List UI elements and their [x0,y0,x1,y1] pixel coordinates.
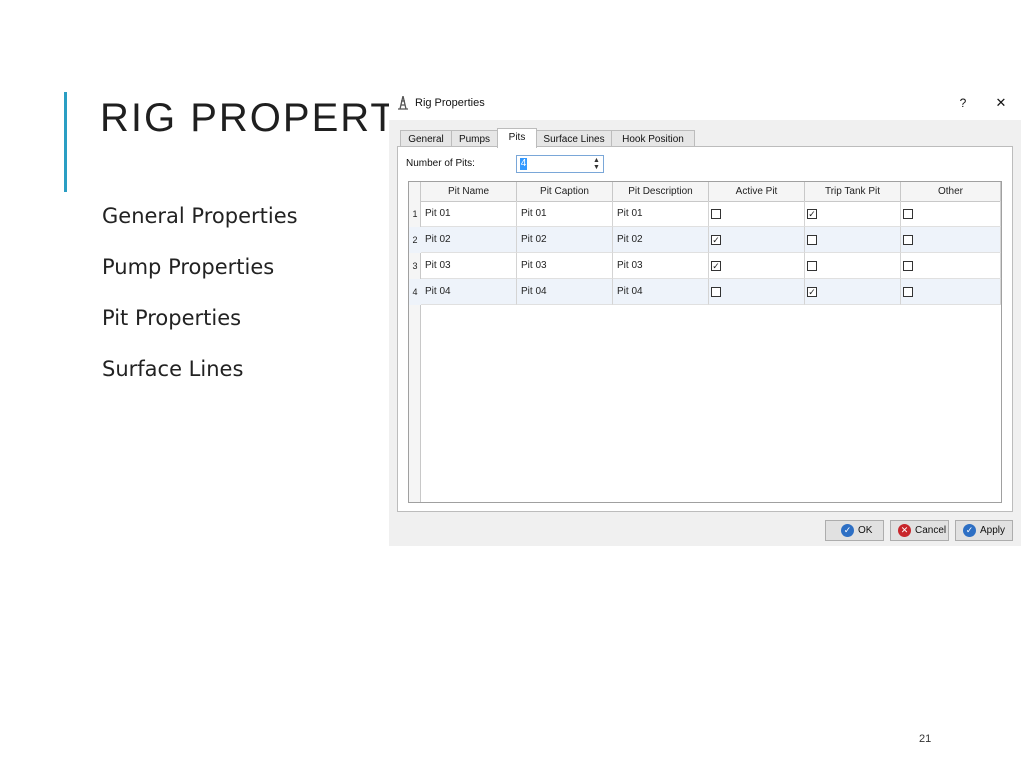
title-accent-bar [64,92,67,192]
ok-button-label: OK [858,525,873,536]
column-header[interactable]: Pit Caption [517,182,613,201]
check-icon: ✓ [841,524,854,537]
other-cell [901,227,1001,253]
pits-panel: Number of Pits: 4 ▲ ▼ Pit Name Pit Capti… [397,146,1013,512]
check-icon: ✓ [963,524,976,537]
page-number: 21 [919,733,932,745]
spin-down-icon[interactable]: ▼ [591,164,602,171]
bullet-item: General Properties [102,204,298,228]
number-of-pits-label: Number of Pits: [406,158,475,169]
other-checkbox[interactable] [903,235,913,245]
table-header: Pit Name Pit Caption Pit Description Act… [409,182,1001,202]
pit-description-cell[interactable]: Pit 04 [613,279,709,305]
active-pit-cell: ✓ [709,227,805,253]
trip-tank-cell [805,253,901,279]
active-pit-checkbox[interactable] [711,209,721,219]
table-row[interactable]: 2 Pit 02 Pit 02 Pit 02 ✓ [409,227,1001,253]
pit-caption-cell[interactable]: Pit 03 [517,253,613,279]
bullet-item: Pump Properties [102,255,275,279]
table-row[interactable]: 4 Pit 04 Pit 04 Pit 04 ✓ [409,279,1001,305]
dialog-title: Rig Properties [415,97,485,109]
trip-tank-cell: ✓ [805,279,901,305]
tab-general[interactable]: General [400,130,452,147]
trip-tank-checkbox[interactable] [807,235,817,245]
tab-hook-position[interactable]: Hook Position [611,130,695,147]
apply-button-label: Apply [980,525,1006,536]
row-number: 1 [412,209,418,219]
active-pit-cell [709,201,805,227]
trip-tank-cell: ✓ [805,201,901,227]
rig-properties-dialog: Rig Properties ? ✕ General Pumps Pits Su… [389,88,1021,546]
table-row[interactable]: 3 Pit 03 Pit 03 Pit 03 ✓ [409,253,1001,279]
bullet-item: Surface Lines [102,357,244,381]
row-number: 2 [412,235,418,245]
rig-icon [398,96,408,110]
pit-caption-cell[interactable]: Pit 04 [517,279,613,305]
spin-up-icon[interactable]: ▲ [591,157,602,164]
pit-name-cell[interactable]: Pit 03 [421,253,517,279]
active-pit-checkbox[interactable]: ✓ [711,261,721,271]
pits-table: Pit Name Pit Caption Pit Description Act… [408,181,1002,503]
tab-surface-lines[interactable]: Surface Lines [536,130,612,147]
cancel-button[interactable]: ✕ Cancel [890,520,949,541]
other-cell [901,279,1001,305]
row-number: 4 [412,287,418,297]
cancel-icon: ✕ [898,524,911,537]
dialog-titlebar: Rig Properties ? ✕ [389,88,1021,120]
active-pit-checkbox[interactable]: ✓ [711,235,721,245]
apply-button[interactable]: ✓ Apply [955,520,1013,541]
pit-description-cell[interactable]: Pit 01 [613,201,709,227]
pit-name-cell[interactable]: Pit 04 [421,279,517,305]
pit-name-cell[interactable]: Pit 01 [421,201,517,227]
cancel-button-label: Cancel [915,525,947,536]
pit-description-cell[interactable]: Pit 02 [613,227,709,253]
number-of-pits-spinbox[interactable]: 4 ▲ ▼ [516,155,604,173]
pit-description-cell[interactable]: Pit 03 [613,253,709,279]
other-cell [901,253,1001,279]
ok-button[interactable]: ✓ OK [825,520,884,541]
other-checkbox[interactable] [903,209,913,219]
bullet-list: General Properties Pump Properties Pit P… [102,198,298,402]
other-checkbox[interactable] [903,287,913,297]
help-button[interactable]: ? [955,94,971,112]
column-header[interactable]: Pit Description [613,182,709,201]
pit-caption-cell[interactable]: Pit 01 [517,201,613,227]
active-pit-cell [709,279,805,305]
pit-caption-cell[interactable]: Pit 02 [517,227,613,253]
trip-tank-checkbox[interactable]: ✓ [807,209,817,219]
table-corner [409,182,421,201]
trip-tank-checkbox[interactable] [807,261,817,271]
trip-tank-cell [805,227,901,253]
column-header[interactable]: Trip Tank Pit [805,182,901,201]
column-header[interactable]: Other [901,182,1001,201]
table-row[interactable]: 1 Pit 01 Pit 01 Pit 01 ✓ [409,201,1001,227]
close-button[interactable]: ✕ [993,94,1009,112]
active-pit-cell: ✓ [709,253,805,279]
column-header[interactable]: Pit Name [421,182,517,201]
bullet-item: Pit Properties [102,306,242,330]
column-header[interactable]: Active Pit [709,182,805,201]
active-pit-checkbox[interactable] [711,287,721,297]
tab-pumps[interactable]: Pumps [451,130,498,147]
row-number: 3 [412,261,418,271]
trip-tank-checkbox[interactable]: ✓ [807,287,817,297]
tab-pits[interactable]: Pits [497,128,537,148]
other-checkbox[interactable] [903,261,913,271]
number-of-pits-value[interactable]: 4 [520,158,527,170]
other-cell [901,201,1001,227]
pit-name-cell[interactable]: Pit 02 [421,227,517,253]
